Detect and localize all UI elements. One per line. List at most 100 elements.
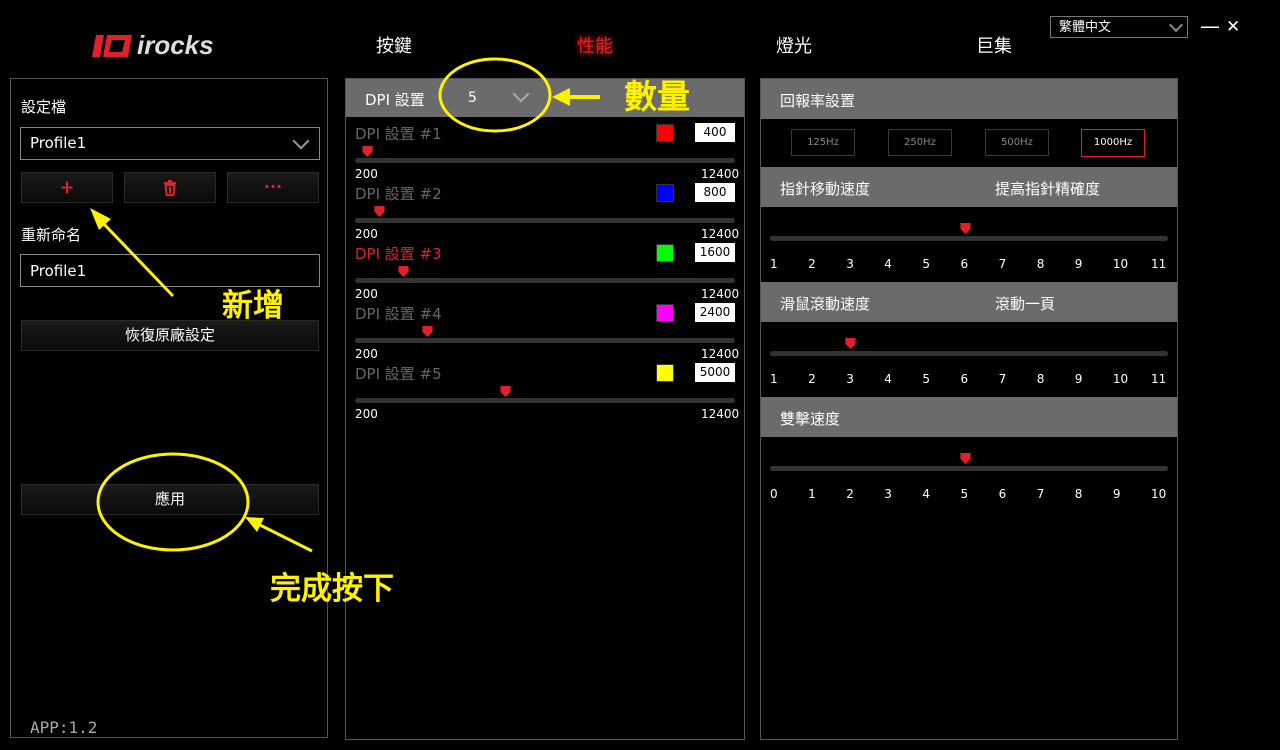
slider-tick-label: 4 <box>884 257 892 271</box>
dpi-panel <box>345 78 745 740</box>
slider-tick-label: 5 <box>922 257 931 271</box>
dpi-color-swatch[interactable] <box>656 124 674 142</box>
dpi-max-label: 12400 <box>701 347 740 361</box>
chevron-down-icon <box>292 132 310 150</box>
scroll-page-option[interactable]: 滾動一頁 <box>995 293 1055 314</box>
pointer-speed-track[interactable] <box>770 236 1168 241</box>
dpi-row-label[interactable]: DPI 設置 #5 <box>355 363 442 384</box>
slider-tick-label: 3 <box>884 487 892 501</box>
slider-thumb-icon[interactable] <box>500 386 511 397</box>
scroll-speed-track[interactable] <box>770 351 1168 356</box>
tab-lighting[interactable]: 燈光 <box>776 32 812 58</box>
profile-select-value: Profile1 <box>30 134 87 152</box>
pointer-precision-option[interactable]: 提高指針精確度 <box>995 178 1100 199</box>
pointer-speed-label: 指針移動速度 <box>780 180 871 198</box>
dpi-slider-track[interactable] <box>355 158 735 163</box>
dpi-color-swatch[interactable] <box>656 184 674 202</box>
dpi-value-field[interactable]: 400 <box>695 123 735 142</box>
dpi-count-value: 5 <box>468 90 477 106</box>
dpi-value-field[interactable]: 5000 <box>695 363 735 382</box>
slider-tick-label: 4 <box>922 487 931 501</box>
language-value: 繁體中文 <box>1059 20 1112 35</box>
slider-thumb-icon[interactable] <box>422 326 433 337</box>
dpi-color-swatch[interactable] <box>656 244 674 262</box>
language-select[interactable]: 繁體中文 <box>1050 16 1188 38</box>
dpi-row-label[interactable]: DPI 設置 #3 <box>355 243 442 264</box>
slider-tick-label: 11 <box>1151 372 1167 386</box>
slider-thumb-icon[interactable] <box>959 223 971 234</box>
profile-label: 設定檔 <box>21 98 67 116</box>
delete-profile-button[interactable] <box>124 172 216 203</box>
chevron-down-icon <box>1168 17 1184 33</box>
slider-thumb-icon[interactable] <box>845 338 856 349</box>
dpi-color-swatch[interactable] <box>656 304 674 322</box>
more-options-button[interactable]: ··· <box>227 172 319 203</box>
dpi-min-label: 200 <box>355 287 378 301</box>
dpi-header-label: DPI 設置 <box>365 91 425 109</box>
slider-tick-label: 7 <box>998 372 1007 386</box>
rate-500hz-button[interactable]: 500Hz <box>985 129 1049 156</box>
slider-thumb-icon[interactable] <box>398 266 409 277</box>
tab-macro[interactable]: 巨集 <box>976 32 1012 58</box>
double-click-track[interactable] <box>770 466 1168 471</box>
dpi-max-label: 12400 <box>701 407 740 421</box>
slider-tick-label: 6 <box>998 487 1007 501</box>
dpi-min-label: 200 <box>355 407 378 421</box>
count-annotation: 數量 <box>624 77 690 116</box>
slider-tick-label: 2 <box>808 372 816 386</box>
slider-tick-label: 3 <box>846 372 854 386</box>
slider-tick-label: 5 <box>922 372 931 386</box>
slider-tick-label: 10 <box>1151 487 1167 501</box>
rate-1000hz-button[interactable]: 1000Hz <box>1081 129 1145 157</box>
rate-250hz-button[interactable]: 250Hz <box>888 129 952 156</box>
slider-tick-label: 1 <box>770 257 778 271</box>
dpi-value-field[interactable]: 1600 <box>695 243 735 262</box>
dpi-color-swatch[interactable] <box>656 364 674 382</box>
slider-tick-label: 2 <box>846 487 854 501</box>
more-icon: ··· <box>263 177 283 196</box>
rate-125hz-button[interactable]: 125Hz <box>791 129 855 156</box>
slider-tick-label: 0 <box>770 487 778 501</box>
slider-tick-label: 2 <box>808 257 816 271</box>
slider-tick-label: 6 <box>960 372 969 386</box>
close-button[interactable]: ✕ <box>1226 17 1240 37</box>
dpi-slider-track[interactable] <box>355 338 735 343</box>
dpi-slider-track[interactable] <box>355 218 735 223</box>
slider-tick-label: 5 <box>960 487 969 501</box>
add-profile-button[interactable]: + <box>21 172 113 203</box>
logo-text: irocks <box>137 30 214 61</box>
dpi-slider-track[interactable] <box>355 398 735 403</box>
dpi-max-label: 12400 <box>701 167 740 181</box>
logo-wordmark: irocks <box>137 30 214 60</box>
slider-thumb-icon[interactable] <box>374 206 385 217</box>
tab-keys[interactable]: 按鍵 <box>376 32 412 58</box>
dpi-min-label: 200 <box>355 167 378 181</box>
minimize-button[interactable]: — <box>1200 14 1220 38</box>
apply-annotation: 完成按下 <box>270 571 394 607</box>
scroll-speed-label: 滑鼠滾動速度 <box>780 295 871 313</box>
dpi-row-label[interactable]: DPI 設置 #2 <box>355 183 442 204</box>
dpi-value-field[interactable]: 2400 <box>695 303 735 322</box>
rename-label: 重新命名 <box>21 226 82 244</box>
dpi-min-label: 200 <box>355 347 378 361</box>
dpi-slider-track[interactable] <box>355 278 735 283</box>
profile-select[interactable]: Profile1 <box>20 127 320 160</box>
slider-tick-label: 8 <box>1036 257 1045 271</box>
slider-tick-label: 1 <box>770 372 778 386</box>
slider-tick-label: 9 <box>1112 487 1121 501</box>
trash-icon <box>164 180 176 196</box>
apply-button[interactable]: 應用 <box>21 484 319 515</box>
slider-tick-label: 10 <box>1112 372 1129 386</box>
add-annotation: 新增 <box>222 288 284 324</box>
dpi-row-label[interactable]: DPI 設置 #1 <box>355 123 442 144</box>
dpi-row-label[interactable]: DPI 設置 #4 <box>355 303 442 324</box>
dpi-max-label: 12400 <box>701 287 740 301</box>
dpi-value-field[interactable]: 800 <box>695 183 735 202</box>
dpi-count-select[interactable]: 5 <box>468 90 477 106</box>
tab-performance[interactable]: 性能 <box>577 32 613 58</box>
slider-thumb-icon[interactable] <box>959 453 971 464</box>
dpi-min-label: 200 <box>355 227 378 241</box>
slider-tick-label: 10 <box>1112 257 1129 271</box>
slider-tick-label: 9 <box>1074 257 1083 271</box>
slider-thumb-icon[interactable] <box>362 146 373 157</box>
